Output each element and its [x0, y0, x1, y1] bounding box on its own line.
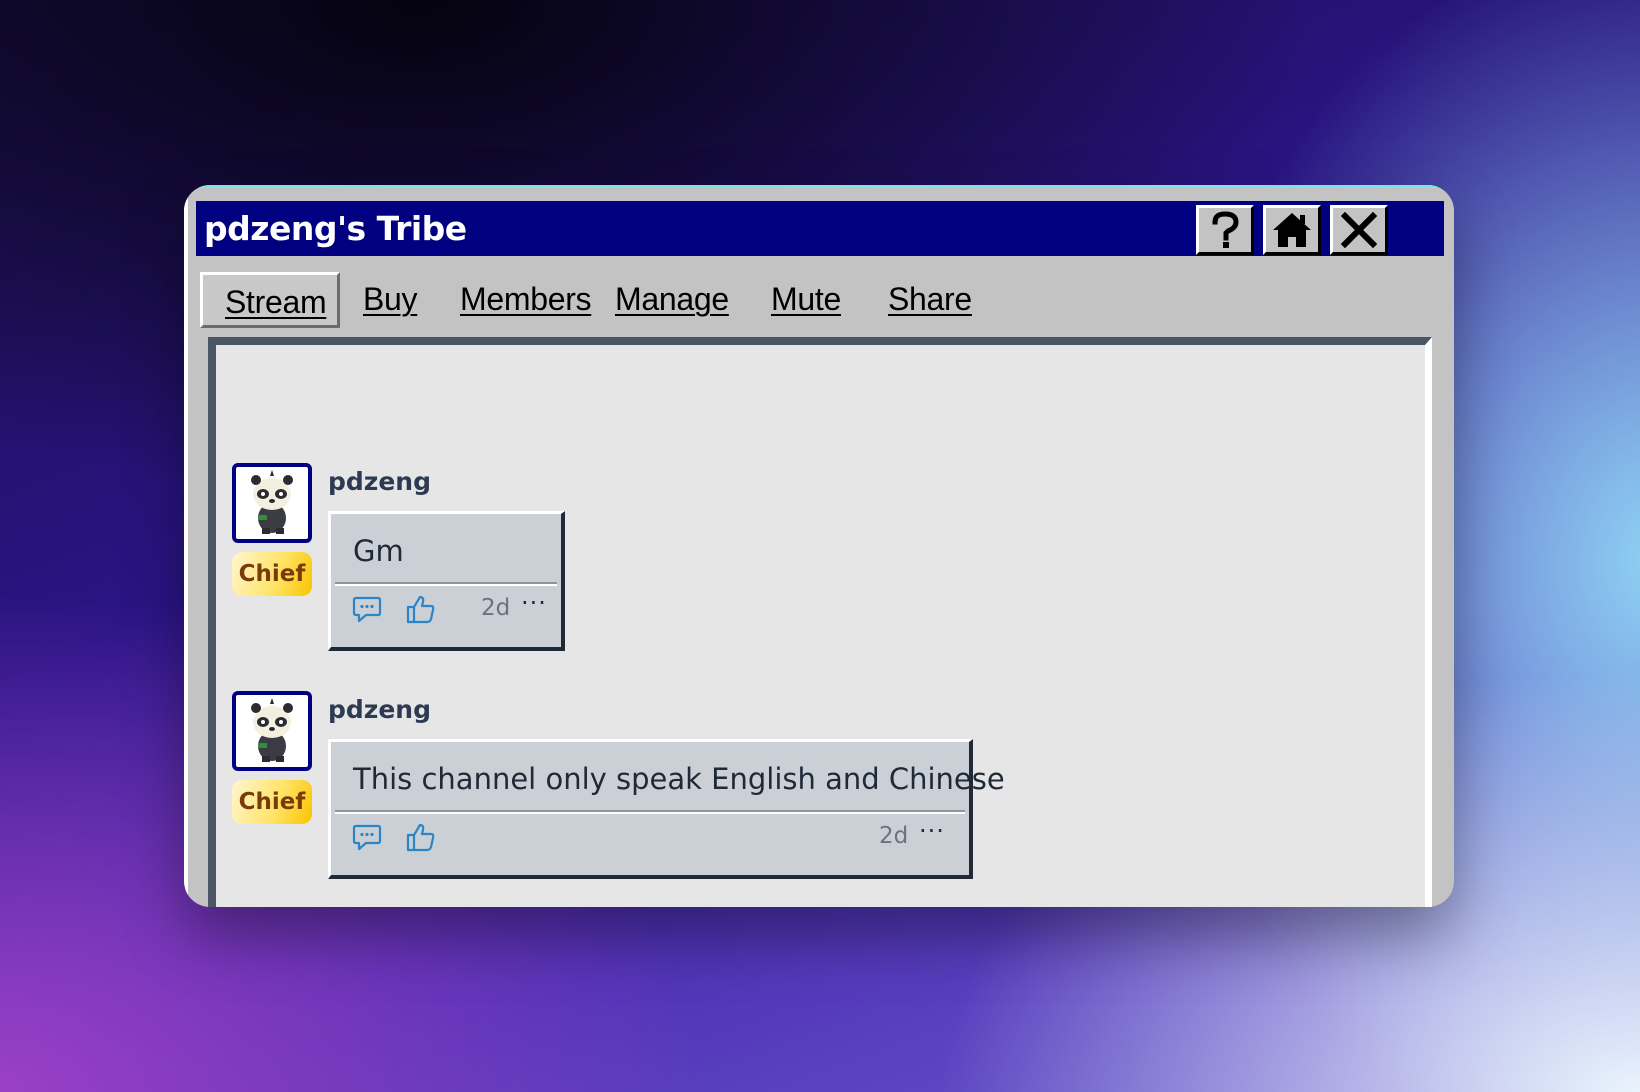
- reply-button[interactable]: [351, 593, 383, 629]
- message-item: Chief pdzeng Gm 2d ···: [232, 463, 832, 663]
- menu-item-members[interactable]: Members: [460, 272, 592, 328]
- thumbs-up-icon: [406, 595, 435, 624]
- message-author[interactable]: pdzeng: [328, 467, 431, 496]
- message-actions: 2d ···: [335, 807, 965, 871]
- avatar[interactable]: [232, 463, 312, 543]
- help-icon: [1212, 211, 1239, 248]
- window-title: pdzeng's Tribe: [204, 209, 467, 248]
- avatar[interactable]: [232, 691, 312, 771]
- home-icon: [1273, 213, 1311, 247]
- like-button[interactable]: [405, 593, 437, 629]
- comment-icon: [352, 824, 382, 851]
- message-item: Chief pdzeng This channel only speak Eng…: [232, 691, 1232, 891]
- help-button[interactable]: [1196, 205, 1254, 255]
- menu-bar: Stream Buy Members Manage Mute Share: [200, 272, 1300, 328]
- close-icon: [1341, 212, 1377, 248]
- message-text: This channel only speak English and Chin…: [335, 746, 1005, 812]
- message-time: 2d: [879, 823, 909, 849]
- tribe-window: pdzeng's Tribe Stream Buy Members Manage…: [184, 185, 1454, 907]
- menu-item-mute[interactable]: Mute: [771, 272, 841, 328]
- message-bubble: This channel only speak English and Chin…: [328, 739, 1005, 879]
- menu-item-buy[interactable]: Buy: [363, 272, 418, 328]
- menu-item-share[interactable]: Share: [888, 272, 972, 328]
- more-options-button[interactable]: ···: [521, 589, 547, 617]
- title-bar[interactable]: pdzeng's Tribe: [196, 201, 1444, 256]
- chief-badge: Chief: [232, 552, 312, 596]
- stream-panel[interactable]: Chief pdzeng Gm 2d ··· Chief pdzeng This…: [208, 337, 1432, 907]
- window-left-highlight: [184, 185, 188, 907]
- panda-avatar-icon: [251, 698, 293, 762]
- comment-icon: [352, 596, 382, 623]
- message-text: Gm: [335, 518, 557, 584]
- menu-item-stream[interactable]: Stream: [200, 272, 340, 328]
- menu-item-manage[interactable]: Manage: [615, 272, 729, 328]
- thumbs-up-icon: [406, 823, 435, 852]
- window-top-highlight: [184, 185, 1454, 188]
- more-options-button[interactable]: ···: [919, 817, 945, 845]
- reply-button[interactable]: [351, 821, 383, 857]
- message-actions: 2d ···: [335, 579, 557, 643]
- message-bubble: Gm 2d ···: [328, 511, 565, 651]
- message-time: 2d: [481, 595, 511, 621]
- panda-avatar-icon: [251, 470, 293, 534]
- home-button[interactable]: [1263, 205, 1321, 255]
- like-button[interactable]: [405, 821, 437, 857]
- chief-badge: Chief: [232, 780, 312, 824]
- close-button[interactable]: [1330, 205, 1388, 255]
- message-author[interactable]: pdzeng: [328, 695, 431, 724]
